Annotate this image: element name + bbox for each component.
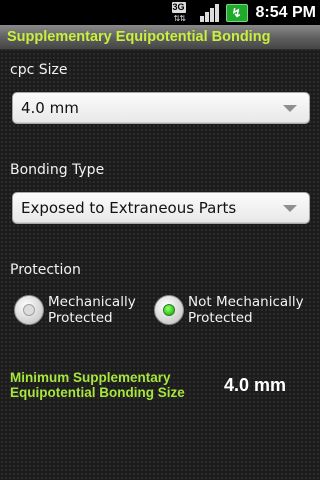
- data-arrows-icon: ⇅⇅: [173, 14, 186, 23]
- cpc-size-label: cpc Size: [10, 62, 68, 78]
- radio-mechanically-protected[interactable]: Mechanically Protected: [14, 294, 136, 326]
- dropdown-arrow-icon: [283, 205, 297, 212]
- result-value: 4.0 mm: [224, 375, 287, 395]
- cpc-size-value: 4.0 mm: [21, 99, 79, 117]
- app-title: Supplementary Equipotential Bonding: [7, 29, 271, 45]
- network-label: 3G: [171, 2, 186, 13]
- radio-button-checked-icon[interactable]: [154, 295, 184, 325]
- network-3g-icon: 3G ⇅⇅: [171, 2, 196, 23]
- bonding-type-label: Bonding Type: [10, 162, 105, 178]
- radio-label: Not Mechanically Protected: [188, 294, 304, 326]
- bonding-type-value: Exposed to Extraneous Parts: [21, 199, 237, 217]
- result-label: Minimum Supplementary Equipotential Bond…: [10, 370, 185, 400]
- protection-label: Protection: [10, 262, 81, 278]
- status-icons: 3G ⇅⇅ ↯ 8:54 PM: [171, 2, 316, 23]
- title-bar: Supplementary Equipotential Bonding: [0, 25, 320, 50]
- dropdown-arrow-icon: [283, 105, 297, 112]
- bonding-type-spinner[interactable]: Exposed to Extraneous Parts: [12, 192, 310, 224]
- status-bar: 3G ⇅⇅ ↯ 8:54 PM: [0, 0, 320, 25]
- battery-charging-icon: ↯: [225, 3, 248, 22]
- signal-bars-icon: [199, 3, 220, 22]
- radio-label: Mechanically Protected: [48, 294, 136, 326]
- radio-button-icon[interactable]: [14, 295, 44, 325]
- status-clock: 8:54 PM: [255, 3, 316, 21]
- radio-not-mechanically-protected[interactable]: Not Mechanically Protected: [154, 294, 304, 326]
- cpc-size-spinner[interactable]: 4.0 mm: [12, 92, 310, 124]
